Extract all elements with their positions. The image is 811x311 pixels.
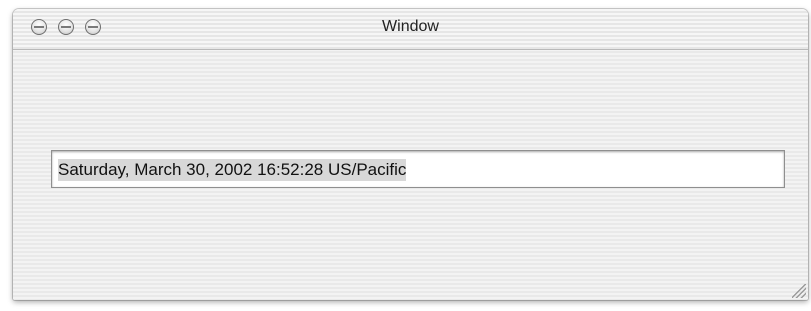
app-window: Window Saturday, March 30, 2002 16:52:28… — [13, 9, 808, 300]
resize-grip-icon[interactable] — [792, 284, 806, 298]
date-text-value[interactable]: Saturday, March 30, 2002 16:52:28 US/Pac… — [58, 159, 407, 181]
window-title: Window — [382, 18, 439, 35]
title-bar[interactable]: Window — [13, 9, 808, 50]
date-text-field[interactable]: Saturday, March 30, 2002 16:52:28 US/Pac… — [51, 150, 785, 188]
